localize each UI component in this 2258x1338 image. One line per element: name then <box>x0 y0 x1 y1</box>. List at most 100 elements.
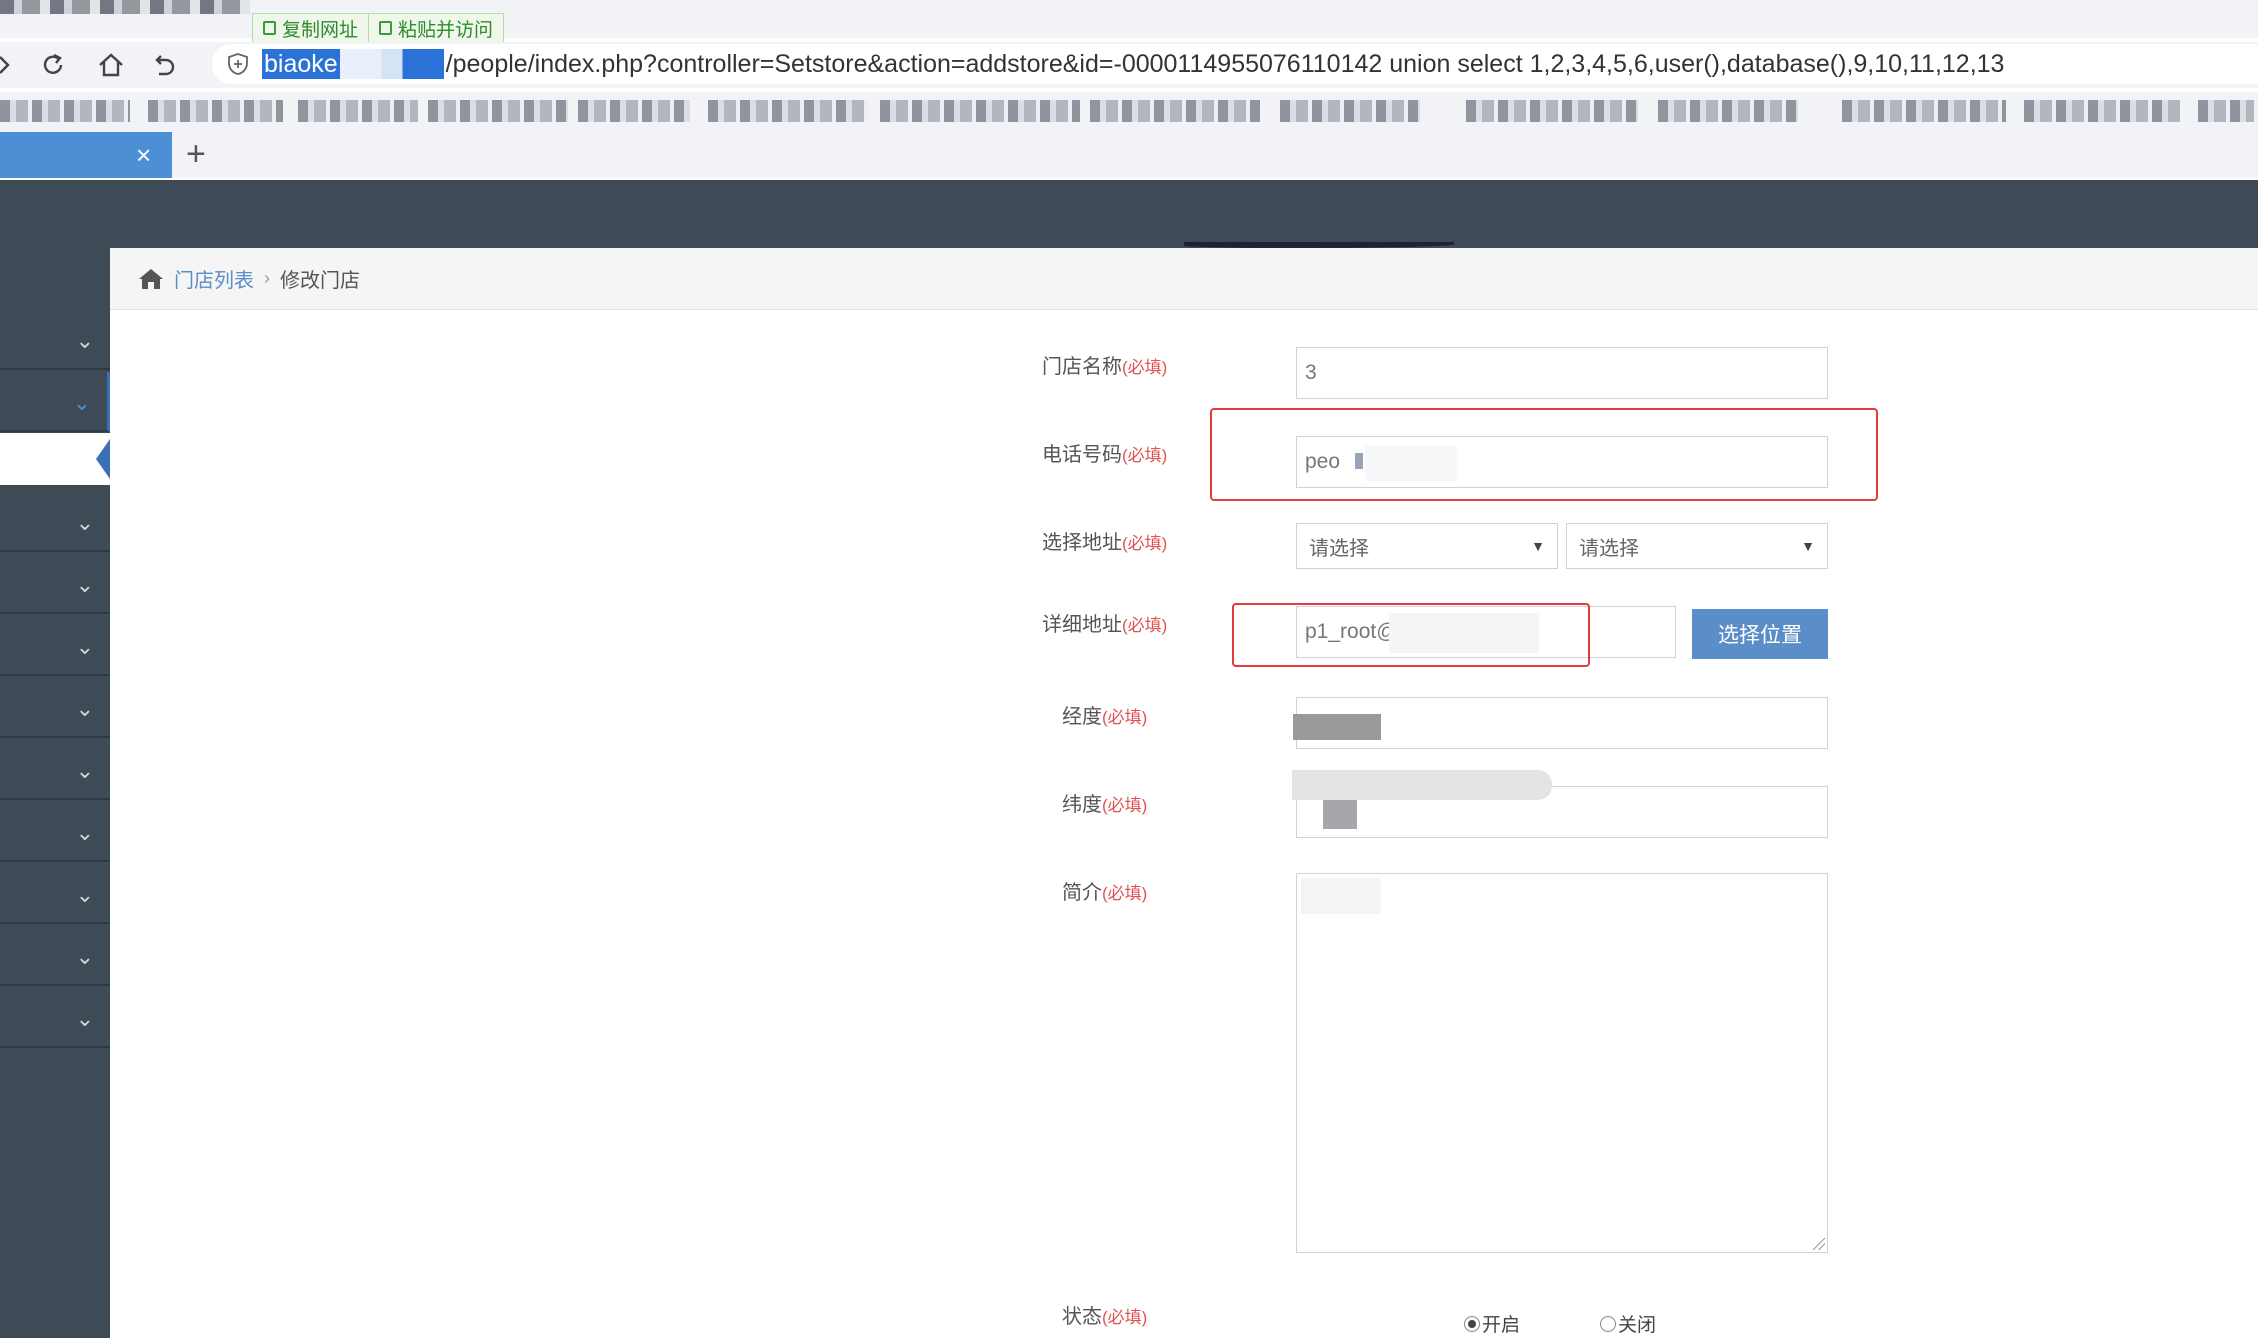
paste-and-go-button[interactable]: 粘贴并访问 <box>369 14 503 42</box>
url-path: /people/index.php?controller=Setstore&ac… <box>445 49 2005 78</box>
bookmark-item[interactable] <box>428 100 568 122</box>
redacted-mark <box>1301 878 1381 914</box>
status-on-radio[interactable]: 开启 <box>1464 1310 1520 1337</box>
sidebar-item[interactable]: ⌄ <box>0 492 110 552</box>
longitude-label: 经度(必填) <box>1062 706 1148 728</box>
paste-icon <box>379 21 393 35</box>
bookmark-item[interactable] <box>148 100 283 122</box>
bookmarks-bar-blurred <box>0 92 2258 132</box>
sidebar-item[interactable]: ⌄ <box>0 678 110 738</box>
chevron-down-icon: ⌄ <box>75 944 94 969</box>
required-mark: (必填) <box>1102 708 1148 727</box>
sidebar-item-expanded[interactable]: ⌄ <box>0 372 110 432</box>
breadcrumb-store-list-link[interactable]: 门店列表 <box>174 264 254 293</box>
phone-input[interactable]: peo <box>1296 436 1828 488</box>
region-label: 选择地址(必填) <box>1042 532 1168 554</box>
required-mark: (必填) <box>1122 358 1168 377</box>
phone-label: 电话号码(必填) <box>1042 444 1168 466</box>
chevron-down-icon: ⌄ <box>75 696 94 721</box>
url-host: biaoke <box>262 49 340 79</box>
sidebar: ⌄ ⌄ ⌄ ⌄ ⌄ ⌄ ⌄ ⌄ ⌄ ⌄ ⌄ <box>0 248 110 1338</box>
intro-textarea[interactable] <box>1296 873 1828 1253</box>
longitude-input[interactable] <box>1293 697 1828 749</box>
bookmark-item[interactable] <box>880 100 1080 122</box>
undo-icon <box>155 55 175 76</box>
sidebar-item[interactable]: ⌄ <box>0 616 110 676</box>
bookmark-item[interactable] <box>578 100 690 122</box>
reload-button[interactable] <box>34 46 72 84</box>
city-select[interactable]: 请选择 ▼ <box>1566 523 1828 569</box>
bookmark-item[interactable] <box>708 100 868 122</box>
tab-strip: × + <box>0 132 2258 178</box>
latitude-label: 纬度(必填) <box>1062 794 1148 816</box>
copy-url-label: 复制网址 <box>282 19 359 41</box>
required-mark: (必填) <box>1102 884 1148 903</box>
undo-close-button[interactable] <box>145 46 183 84</box>
dropdown-arrow-icon: ▼ <box>1531 538 1545 554</box>
chevron-down-icon: ⌄ <box>75 328 94 353</box>
copy-url-button[interactable]: 复制网址 <box>253 14 370 42</box>
browser-title-bar: 复制网址 粘贴并访问 <box>0 0 2258 43</box>
bookmark-item[interactable] <box>1090 100 1260 122</box>
sidebar-item[interactable]: ⌄ <box>0 864 110 924</box>
shield-icon <box>228 53 248 75</box>
highlight-box <box>1232 603 1590 667</box>
redacted-mark <box>1293 714 1381 740</box>
app-header <box>0 180 2258 248</box>
paste-and-go-label: 粘贴并访问 <box>398 19 494 41</box>
sidebar-item[interactable]: ⌄ <box>0 310 110 370</box>
city-select-value: 请选择 <box>1579 537 1639 560</box>
new-tab-plus-icon[interactable]: + <box>186 136 206 172</box>
bookmark-item[interactable] <box>298 100 418 122</box>
phone-value: peo <box>1305 450 1341 473</box>
sidebar-item[interactable]: ⌄ <box>0 554 110 614</box>
radio-unchecked-icon <box>1600 1315 1616 1332</box>
bookmark-item[interactable] <box>2024 100 2180 122</box>
chevron-down-icon: ⌄ <box>75 1006 94 1031</box>
address-bar[interactable]: biaoke /people/index.php?controller=Sets… <box>212 44 2258 84</box>
province-select-value: 请选择 <box>1309 537 1369 560</box>
tab-active[interactable]: × <box>0 132 172 178</box>
close-icon[interactable]: × <box>136 139 151 171</box>
bookmark-item[interactable] <box>2198 100 2254 122</box>
bookmark-item[interactable] <box>1658 100 1798 122</box>
status-label: 状态(必填) <box>1062 1306 1148 1328</box>
chevron-down-icon: ⌄ <box>75 882 94 907</box>
chevron-down-icon: ⌄ <box>75 634 94 659</box>
redacted-mark <box>1355 453 1363 469</box>
sidebar-item[interactable]: ⌄ <box>0 988 110 1048</box>
store-name-input[interactable]: 3 <box>1296 347 1828 399</box>
intro-label: 简介(必填) <box>1062 882 1148 904</box>
status-off-radio[interactable]: 关闭 <box>1600 1310 1656 1337</box>
redacted-mark <box>1292 770 1552 800</box>
home-icon[interactable] <box>138 267 164 291</box>
select-location-button[interactable]: 选择位置 <box>1692 609 1828 659</box>
sidebar-item[interactable]: ⌄ <box>0 802 110 862</box>
sidebar-item[interactable]: ⌄ <box>0 740 110 800</box>
home-button[interactable] <box>92 46 130 84</box>
chevron-down-icon: ⌄ <box>75 572 94 597</box>
required-mark: (必填) <box>1122 446 1168 465</box>
house-icon <box>99 53 123 77</box>
status-off-label: 关闭 <box>1618 1315 1657 1336</box>
bookmark-item[interactable] <box>1842 100 2006 122</box>
sidebar-item[interactable]: ⌄ <box>0 926 110 986</box>
reload-icon <box>43 53 63 74</box>
chevron-down-icon: ⌄ <box>75 758 94 783</box>
status-on-label: 开启 <box>1482 1315 1521 1336</box>
province-select[interactable]: 请选择 ▼ <box>1296 523 1558 569</box>
breadcrumb-separator: › <box>264 268 270 288</box>
required-mark: (必填) <box>1102 1308 1148 1327</box>
bookmark-item[interactable] <box>1280 100 1420 122</box>
store-name-label: 门店名称(必填) <box>1042 356 1168 378</box>
sidebar-subitem-active[interactable] <box>0 433 110 485</box>
forward-button[interactable] <box>0 46 24 84</box>
resize-handle-icon[interactable] <box>1811 1236 1825 1250</box>
bookmark-item[interactable] <box>1466 100 1638 122</box>
bookmark-item[interactable] <box>0 100 130 122</box>
dropdown-arrow-icon: ▼ <box>1801 538 1815 554</box>
required-mark: (必填) <box>1122 616 1168 635</box>
redacted-mark <box>1365 445 1457 481</box>
window-title-blurred <box>0 0 250 14</box>
radio-checked-icon <box>1464 1315 1480 1332</box>
